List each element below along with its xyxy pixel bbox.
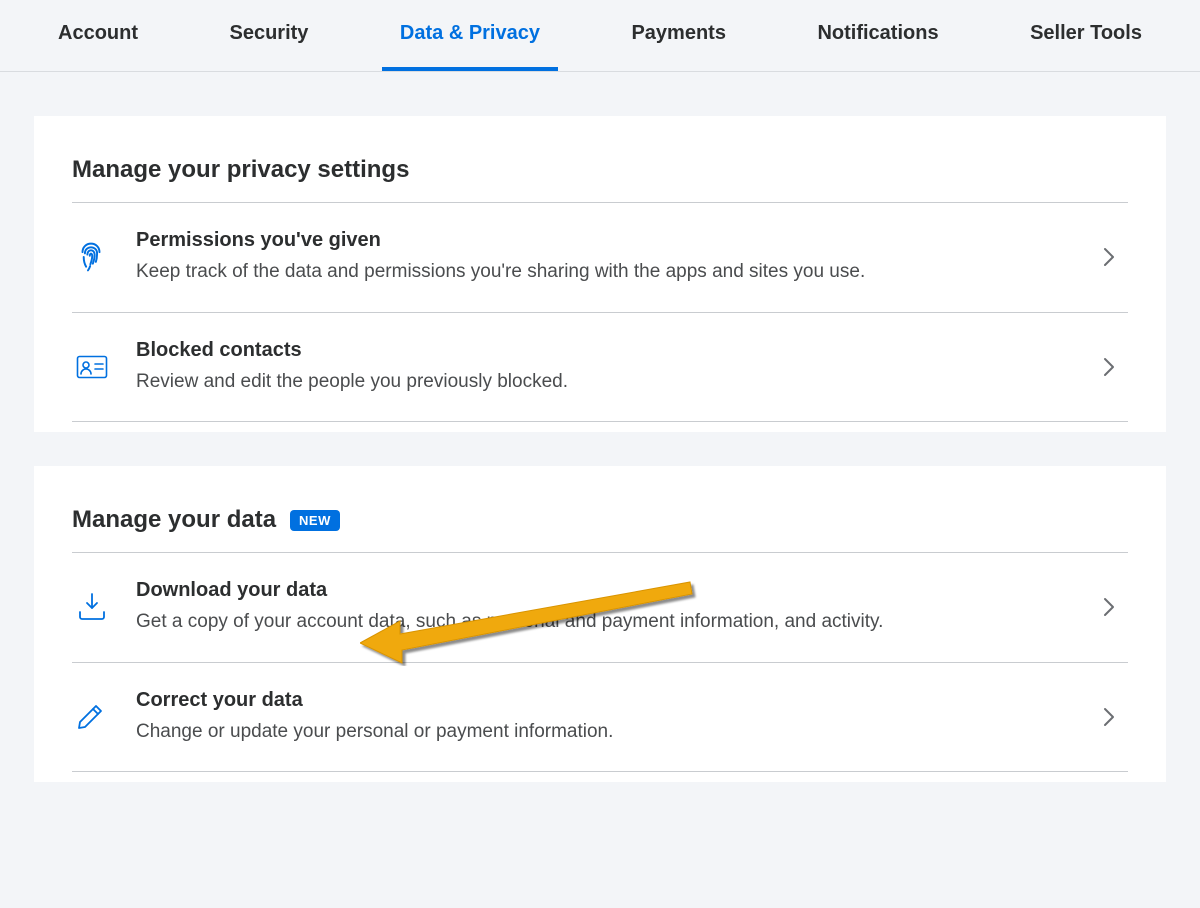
top-tabs: Account Security Data & Privacy Payments… xyxy=(0,0,1200,72)
chevron-right-icon xyxy=(1094,707,1124,727)
card-manage-data: Manage your data NEW Download your data … xyxy=(34,466,1166,782)
row-body: Permissions you've given Keep track of t… xyxy=(136,229,1094,286)
row-download-data[interactable]: Download your data Get a copy of your ac… xyxy=(72,553,1128,663)
row-body: Correct your data Change or update your … xyxy=(136,689,1094,746)
row-permissions[interactable]: Permissions you've given Keep track of t… xyxy=(72,203,1128,313)
tab-security[interactable]: Security xyxy=(201,0,336,71)
row-correct-data[interactable]: Correct your data Change or update your … xyxy=(72,663,1128,773)
row-blocked-contacts[interactable]: Blocked contacts Review and edit the peo… xyxy=(72,313,1128,423)
section-title-data: Manage your data xyxy=(72,506,276,534)
row-title: Correct your data xyxy=(136,689,1074,712)
tab-notifications[interactable]: Notifications xyxy=(789,0,966,71)
content-area: Manage your privacy settings Permissions… xyxy=(0,72,1200,782)
card-privacy-settings: Manage your privacy settings Permissions… xyxy=(34,116,1166,432)
row-title: Blocked contacts xyxy=(136,339,1074,362)
contact-card-icon xyxy=(76,355,136,379)
section-title-row: Manage your privacy settings xyxy=(72,156,1128,203)
tab-seller-tools[interactable]: Seller Tools xyxy=(1002,0,1170,71)
section-title-row: Manage your data NEW xyxy=(72,506,1128,553)
row-title: Permissions you've given xyxy=(136,229,1074,252)
chevron-right-icon xyxy=(1094,247,1124,267)
fingerprint-icon xyxy=(76,240,136,274)
row-desc: Keep track of the data and permissions y… xyxy=(136,258,1074,286)
row-desc: Get a copy of your account data, such as… xyxy=(136,608,1074,636)
row-title: Download your data xyxy=(136,579,1074,602)
row-body: Download your data Get a copy of your ac… xyxy=(136,579,1094,636)
tab-payments[interactable]: Payments xyxy=(603,0,754,71)
tab-data-privacy[interactable]: Data & Privacy xyxy=(372,0,568,71)
pencil-icon xyxy=(76,703,136,731)
row-desc: Change or update your personal or paymen… xyxy=(136,718,1074,746)
new-badge: NEW xyxy=(290,510,340,531)
row-desc: Review and edit the people you previousl… xyxy=(136,368,1074,396)
download-icon xyxy=(76,592,136,622)
row-body: Blocked contacts Review and edit the peo… xyxy=(136,339,1094,396)
chevron-right-icon xyxy=(1094,597,1124,617)
tab-account[interactable]: Account xyxy=(30,0,166,71)
chevron-right-icon xyxy=(1094,357,1124,377)
section-title-privacy: Manage your privacy settings xyxy=(72,156,409,184)
